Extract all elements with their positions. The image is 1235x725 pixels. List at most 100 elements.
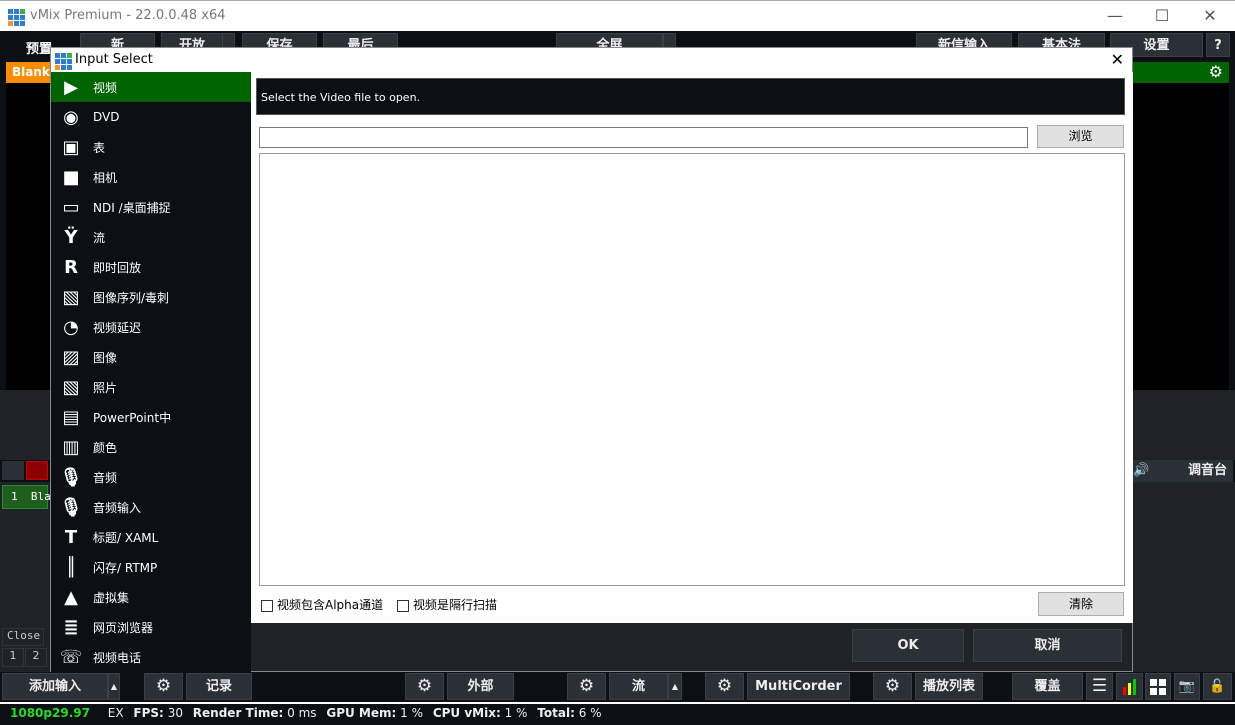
- input-type-item[interactable]: ▤ PowerPoint中: [51, 402, 251, 432]
- waveform-icon: ║: [65, 556, 77, 578]
- minimize-button[interactable]: —: [1095, 5, 1135, 27]
- instruction-text: Select the Video file to open.: [256, 78, 1125, 115]
- total-value: 6 %: [578, 706, 602, 720]
- input-type-label: PowerPoint中: [93, 410, 172, 425]
- multicorder-button[interactable]: MultiCorder: [747, 673, 850, 700]
- external-settings-gear-icon[interactable]: ⚙: [405, 673, 444, 700]
- input-select-dialog: Input Select ✕ ▶ 视频 ◉ DVD ▣ 表 ■ 相机 ▭ NDI /桌面捕捉 Ÿ 流 R…: [50, 47, 1133, 672]
- input-type-item[interactable]: T 标题/ XAML: [51, 522, 251, 552]
- input-type-label: 图像序列/毒刺: [93, 290, 170, 305]
- vmix-logo-icon: [8, 9, 25, 26]
- render-label: Render Time:: [192, 706, 284, 720]
- input-type-item[interactable]: ▧ 图像序列/毒刺: [51, 282, 251, 312]
- input-type-item[interactable]: ▭ NDI /桌面捕捉: [51, 192, 251, 222]
- button[interactable]: [2, 461, 24, 480]
- input-type-label: 相机: [93, 170, 118, 185]
- input-type-item[interactable]: ▥ 颜色: [51, 432, 251, 462]
- preview-panel: Blank: [6, 62, 50, 390]
- menu-icon[interactable]: ☰: [1086, 673, 1113, 700]
- input-type-item[interactable]: ▲ 虚拟集: [51, 582, 251, 612]
- add-input-dropdown[interactable]: ▲: [108, 673, 120, 700]
- input-type-item[interactable]: ▶ 视频: [51, 72, 251, 102]
- help-button[interactable]: ?: [1206, 33, 1230, 57]
- input-type-item[interactable]: ▧ 照片: [51, 372, 251, 402]
- input-type-label: 视频: [93, 80, 118, 95]
- input-number: 1: [11, 490, 18, 503]
- record-button[interactable]: 记录: [186, 673, 252, 700]
- title-bar: vMix Premium - 22.0.0.48 x64 — ☐ ✕: [0, 0, 1235, 31]
- ok-button[interactable]: OK: [852, 629, 964, 662]
- snapshot-camera-icon[interactable]: 📷: [1174, 673, 1200, 700]
- input-type-item[interactable]: ▣ 表: [51, 132, 251, 162]
- record-settings-gear-icon[interactable]: ⚙: [144, 673, 183, 700]
- input-type-item[interactable]: 🎙 音频: [51, 462, 251, 492]
- input-type-item[interactable]: ▨ 图像: [51, 342, 251, 372]
- input-type-label: 音频: [93, 470, 118, 485]
- stream-button[interactable]: 流: [609, 673, 668, 700]
- vmix-logo-icon: [55, 53, 72, 70]
- cancel-button[interactable]: 取消: [973, 629, 1122, 662]
- input-type-item[interactable]: ◉ DVD: [51, 102, 251, 132]
- multicorder-settings-gear-icon[interactable]: ⚙: [705, 673, 744, 700]
- video-call-icon: ☏: [59, 646, 83, 668]
- alpha-checkbox[interactable]: 视频包含Alpha通道: [261, 596, 383, 613]
- interlaced-checkbox[interactable]: 视频是隔行扫描: [397, 596, 497, 613]
- antenna-icon: Ÿ: [64, 226, 78, 248]
- close-button[interactable]: ✕: [1190, 5, 1230, 27]
- dialog-close-button[interactable]: ✕: [1111, 50, 1124, 69]
- external-button[interactable]: 外部: [447, 673, 514, 700]
- input-type-label: 视频延迟: [93, 320, 142, 335]
- file-list[interactable]: [259, 153, 1125, 586]
- audio-meter-icon[interactable]: [1116, 673, 1143, 700]
- playlist-button[interactable]: 播放列表: [915, 673, 983, 700]
- input-type-item[interactable]: Ÿ流: [51, 222, 251, 252]
- gpu-value: 1 %: [400, 706, 423, 720]
- render-value: 0 ms: [287, 706, 317, 720]
- maximize-button[interactable]: ☐: [1142, 5, 1182, 27]
- multiview-grid-icon[interactable]: [1145, 673, 1171, 700]
- speaker-icon: 🔊: [1133, 463, 1150, 478]
- input-type-item[interactable]: ■ 相机: [51, 162, 251, 192]
- video-format[interactable]: 1080p29.97: [10, 706, 90, 720]
- clock-icon: ◔: [63, 316, 79, 338]
- input-type-item[interactable]: ◔ 视频延迟: [51, 312, 251, 342]
- transition-2-button[interactable]: 2: [25, 648, 47, 667]
- ex-label: EX: [107, 706, 124, 720]
- preset-label[interactable]: 预置: [26, 38, 52, 57]
- input-type-item[interactable]: R 即时回放: [51, 252, 251, 282]
- window-title: vMix Premium - 22.0.0.48 x64: [30, 8, 226, 23]
- browse-button[interactable]: 浏览: [1037, 125, 1124, 148]
- input-type-label: 视频电话: [93, 650, 142, 665]
- input-type-item[interactable]: ║ 闪存/ RTMP: [51, 552, 251, 582]
- color-icon: ▥: [62, 436, 80, 458]
- add-input-button[interactable]: 添加输入: [2, 673, 108, 700]
- close-input-button[interactable]: Close: [2, 628, 44, 646]
- output-panel: ⚙: [1133, 62, 1229, 390]
- input-type-item[interactable]: 🎙 音频输入: [51, 492, 251, 522]
- stream-settings-gear-icon[interactable]: ⚙: [567, 673, 606, 700]
- image-sequence-icon: ▧: [62, 286, 80, 308]
- input-type-item[interactable]: ☏ 视频电话: [51, 642, 251, 672]
- presentation-icon: ▤: [62, 406, 80, 428]
- stream-dropdown[interactable]: ▲: [668, 673, 682, 700]
- transition-1-button[interactable]: 1: [2, 648, 24, 667]
- record-indicator[interactable]: [26, 461, 48, 480]
- fps-label: FPS:: [133, 706, 164, 720]
- input-type-label: DVD: [93, 110, 120, 124]
- image-icon: ▨: [62, 346, 80, 368]
- dialog-title: Input Select: [75, 52, 153, 67]
- unlock-icon[interactable]: 🔓: [1203, 673, 1232, 700]
- gear-icon[interactable]: ⚙: [1133, 62, 1229, 83]
- file-path-input[interactable]: [259, 127, 1028, 148]
- input-type-label: 流: [93, 230, 106, 245]
- input-type-item[interactable]: ≣ 网页浏览器: [51, 612, 251, 642]
- clear-button[interactable]: 清除: [1038, 592, 1124, 616]
- mixer-bar[interactable]: 🔊 调音台: [1133, 460, 1233, 482]
- input-type-label: 音频输入: [93, 500, 142, 515]
- replay-icon: R: [64, 256, 78, 278]
- cpu-value: 1 %: [504, 706, 528, 720]
- playlist-settings-gear-icon[interactable]: ⚙: [873, 673, 912, 700]
- input-type-label: 图像: [93, 350, 118, 365]
- input-name[interactable]: Bla: [31, 490, 51, 503]
- overlay-button[interactable]: 覆盖: [1012, 673, 1083, 700]
